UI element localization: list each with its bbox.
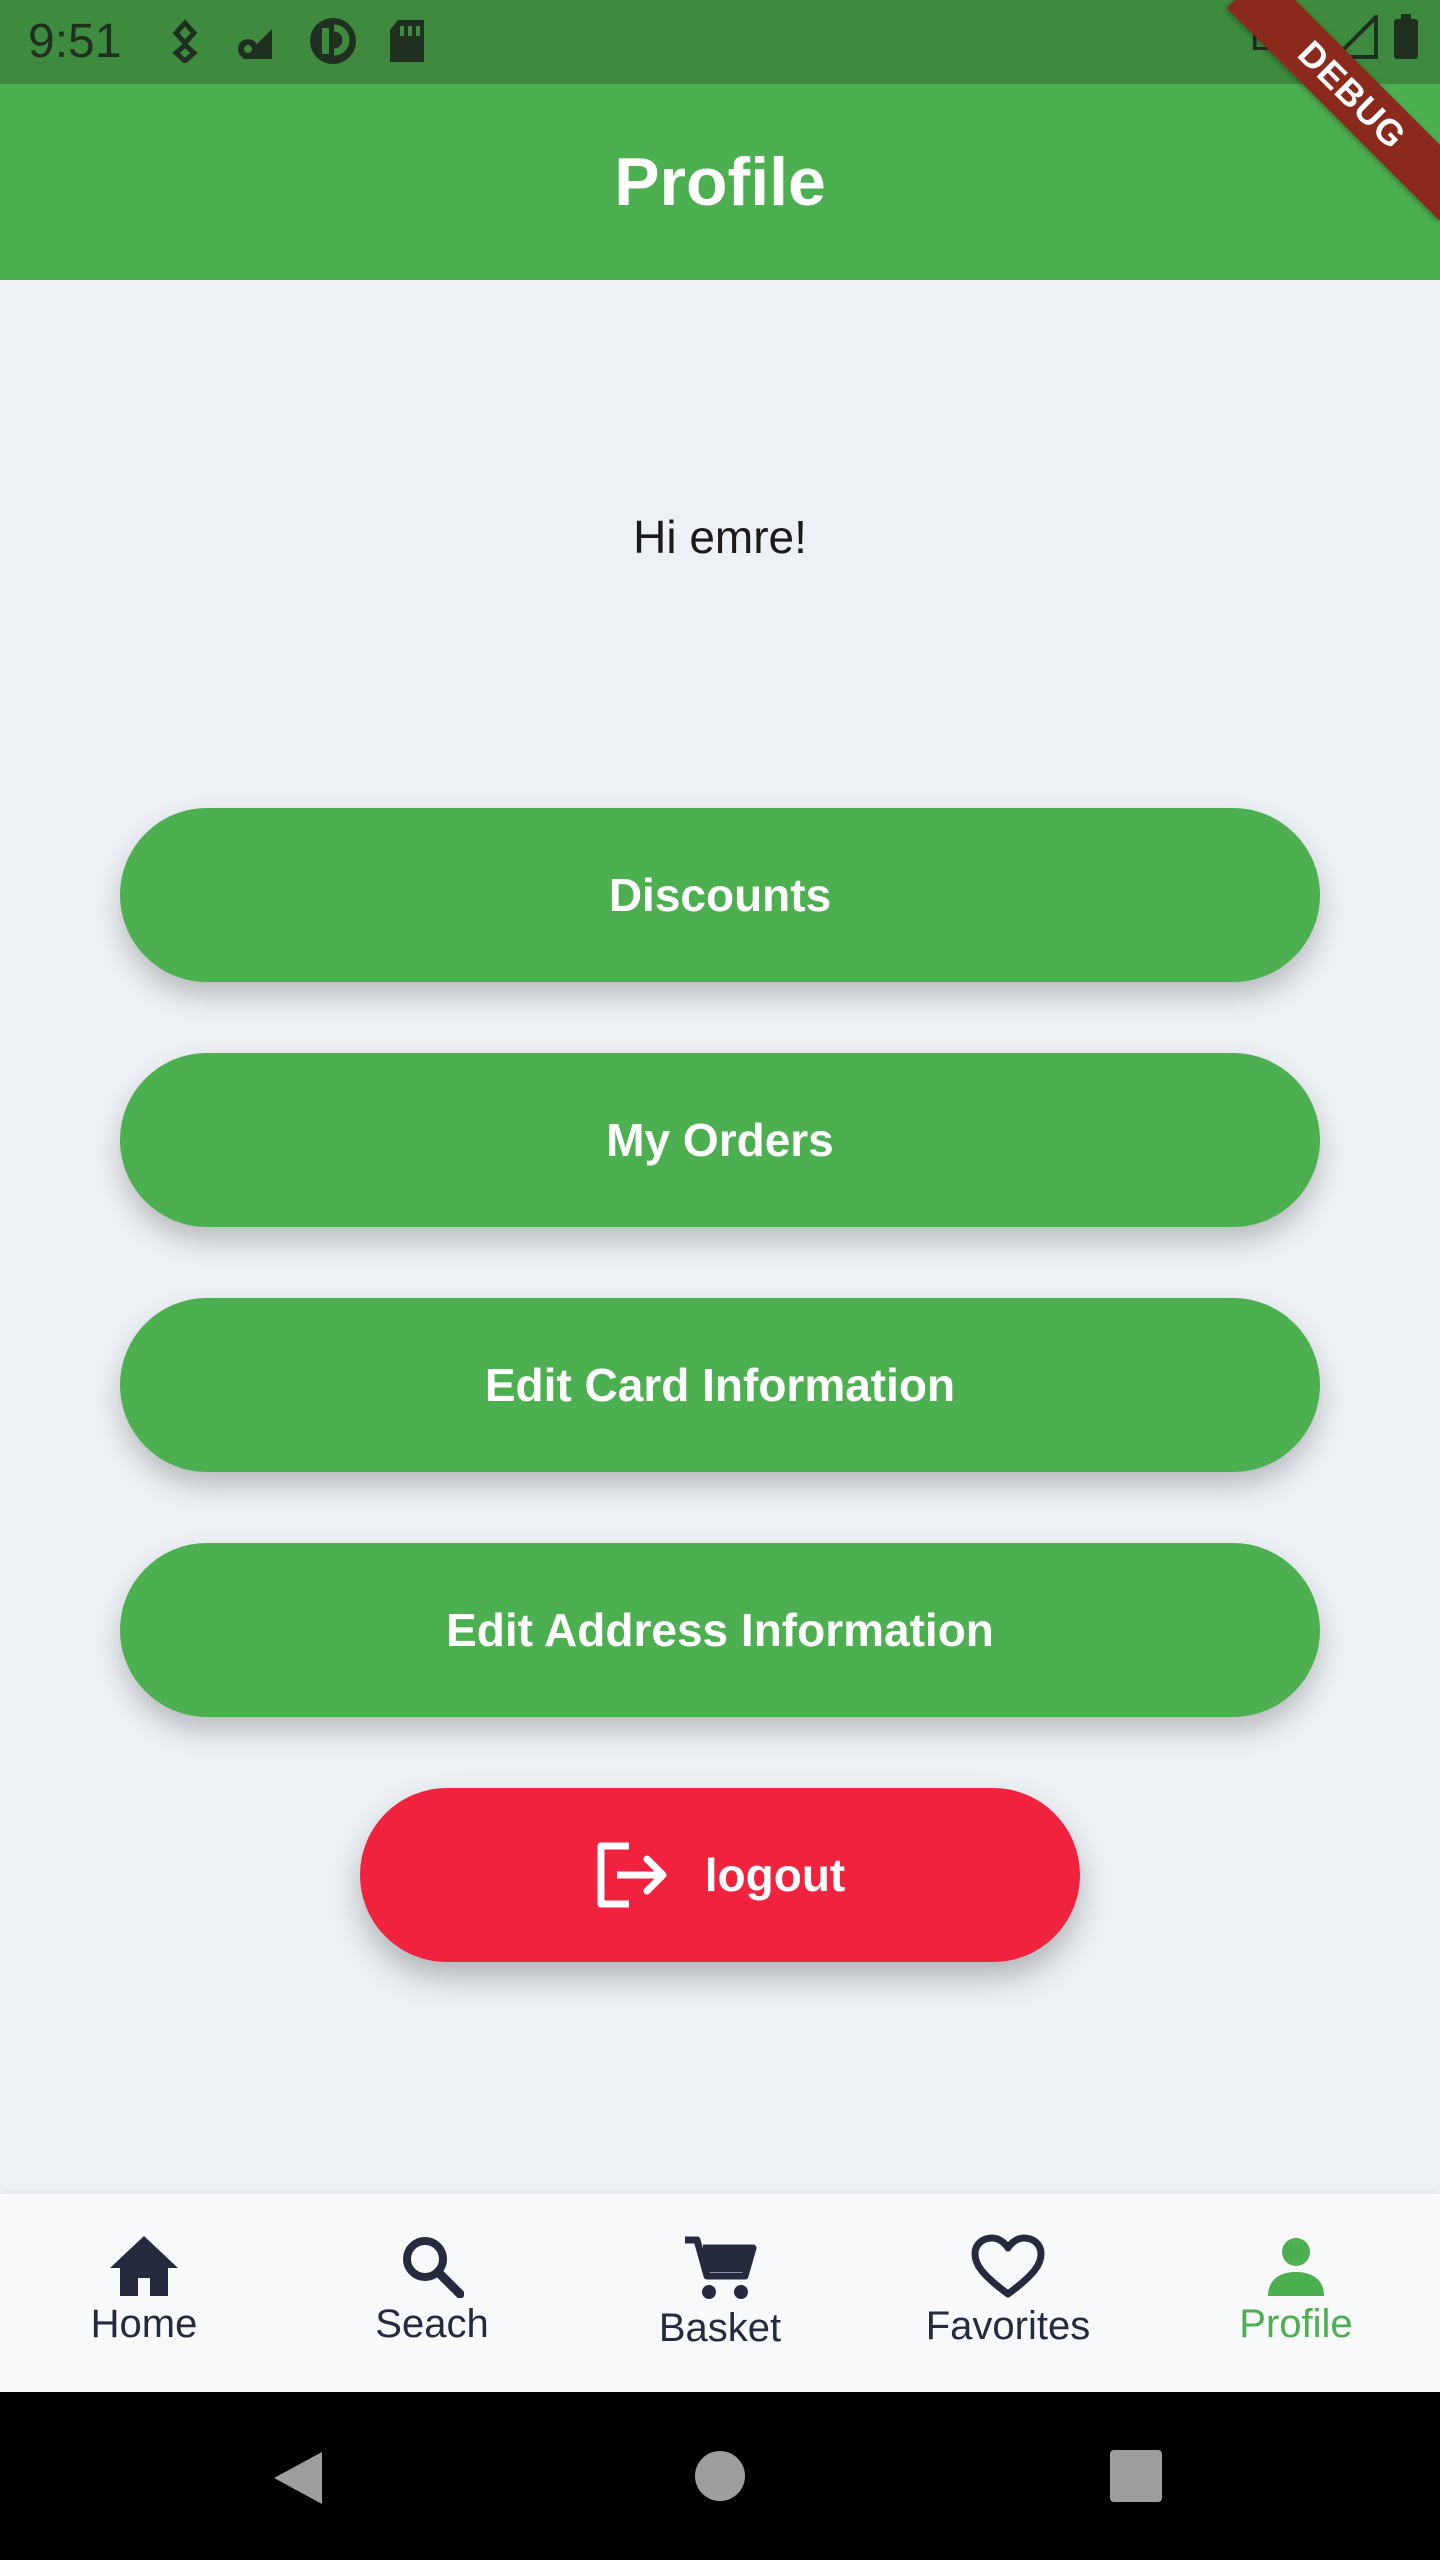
logout-label: logout: [704, 1849, 846, 1901]
nav-item-favorites[interactable]: Favorites: [864, 2194, 1152, 2392]
person-icon: [1268, 2238, 1324, 2296]
status-time: 9:51: [28, 15, 122, 68]
app-bar: Profile: [0, 84, 1440, 280]
settings-wifi-icon: [238, 29, 272, 59]
nav-label-basket: Basket: [658, 2306, 782, 2350]
nav-item-profile[interactable]: Profile: [1152, 2194, 1440, 2392]
nav-label-search: Seach: [375, 2302, 489, 2346]
page-title: Profile: [614, 144, 826, 220]
sd-card-icon: [390, 20, 424, 62]
app-notification-icon: [310, 18, 356, 64]
heart-icon: [971, 2234, 1045, 2298]
status-icons-left: [168, 16, 426, 66]
home-circle-icon[interactable]: [694, 2450, 746, 2502]
nav-label-favorites: Favorites: [925, 2304, 1091, 2348]
discounts-button[interactable]: Discounts: [120, 808, 1320, 982]
battery-icon: [1394, 14, 1418, 59]
nav-item-search[interactable]: Seach: [288, 2194, 576, 2392]
my-orders-button[interactable]: My Orders: [120, 1053, 1320, 1227]
recents-icon[interactable]: [1110, 2450, 1162, 2502]
nav-item-basket[interactable]: Basket: [576, 2194, 864, 2392]
system-nav-bar: [0, 2392, 1440, 2560]
location-pin-icon: [172, 19, 198, 63]
cart-icon: [685, 2236, 757, 2299]
greeting-text: Hi emre!: [633, 511, 807, 563]
logout-button[interactable]: logout: [360, 1788, 1080, 1962]
status-bar: 9:51 LTE: [0, 0, 1440, 84]
search-icon: [403, 2237, 464, 2298]
back-icon[interactable]: [270, 2448, 326, 2508]
nav-label-home: Home: [90, 2302, 198, 2346]
logout-icon: [597, 1842, 667, 1908]
bottom-nav: Home Seach Basket Favorites Profile: [0, 2194, 1440, 2392]
nav-label-profile: Profile: [1239, 2302, 1353, 2346]
nav-item-home[interactable]: Home: [0, 2194, 288, 2392]
edit-address-information-button[interactable]: Edit Address Information: [120, 1543, 1320, 1717]
edit-card-information-button[interactable]: Edit Card Information: [120, 1298, 1320, 1472]
home-icon: [110, 2236, 178, 2296]
